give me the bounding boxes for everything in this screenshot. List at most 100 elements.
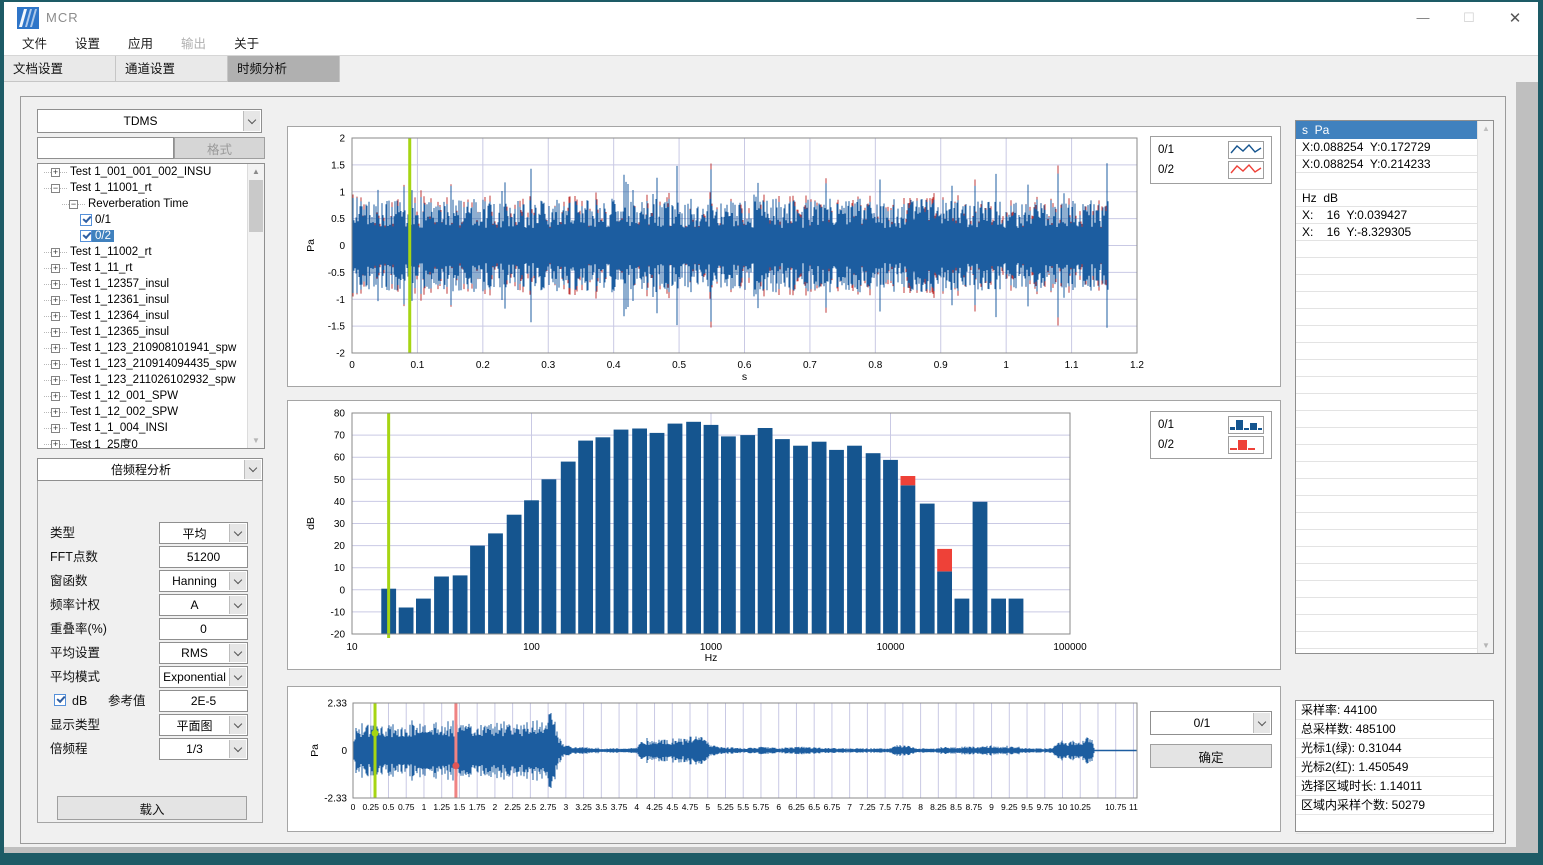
expand-icon[interactable]: + — [51, 296, 60, 305]
tree-item[interactable]: −Test 1_11001_rt — [38, 180, 264, 196]
expand-icon[interactable]: + — [51, 360, 60, 369]
expand-icon[interactable]: + — [51, 344, 60, 353]
tree-item[interactable]: +Test 1_123_210914094435_spw — [38, 356, 264, 372]
tree-item[interactable]: 0/1 — [38, 212, 264, 228]
analysis-params-box: 类型平均FFT点数窗函数Hanning频率计权A重叠率(%)平均设置RMS平均模… — [37, 469, 263, 823]
chevron-down-icon[interactable] — [243, 111, 260, 131]
expand-icon[interactable]: + — [51, 248, 60, 257]
file-format-select[interactable]: TDMS — [37, 109, 262, 133]
overview-waveform-chart[interactable]: 00.250.50.7511.251.51.7522.252.52.7533.2… — [288, 687, 1282, 833]
param-select[interactable]: RMS — [159, 642, 248, 664]
param-select[interactable]: A — [159, 594, 248, 616]
expand-icon[interactable]: + — [51, 376, 60, 385]
tab-channel-settings[interactable]: 通道设置 — [116, 56, 228, 82]
chevron-down-icon[interactable] — [229, 524, 246, 542]
scroll-up-icon[interactable]: ▲ — [1478, 121, 1494, 136]
chevron-down-icon[interactable] — [229, 572, 246, 590]
tree-item[interactable]: −Reverberation Time — [38, 196, 264, 212]
overview-channel-select[interactable]: 0/1 — [1150, 711, 1272, 735]
menu-item-settings[interactable]: 设置 — [61, 33, 114, 55]
svg-text:10: 10 — [334, 563, 346, 574]
tree-item[interactable]: +Test 1_001_001_002_INSU — [38, 164, 264, 180]
svg-text:Pa: Pa — [309, 744, 321, 757]
param-select[interactable]: 1/3 — [159, 738, 248, 760]
collapse-icon[interactable]: − — [69, 200, 78, 209]
param-row: 显示类型平面图 — [38, 714, 262, 736]
param-select[interactable]: Exponential — [159, 666, 248, 688]
info-value: 485100 — [1356, 722, 1396, 736]
maximize-button[interactable]: ☐ — [1446, 2, 1492, 33]
tree-item[interactable]: +Test 1_11_rt — [38, 260, 264, 276]
tree-item[interactable]: +Test 1_1_004_INSI — [38, 420, 264, 436]
tree-item[interactable]: +Test 1_12_002_SPW — [38, 404, 264, 420]
expand-icon[interactable]: + — [51, 168, 60, 177]
param-input[interactable] — [159, 546, 248, 568]
expand-icon[interactable]: + — [51, 328, 60, 337]
tree-item-label: Test 1_12_001_SPW — [67, 390, 181, 402]
app-logo-icon — [17, 7, 39, 29]
expand-icon[interactable]: + — [51, 312, 60, 321]
chevron-down-icon[interactable] — [229, 644, 246, 662]
expand-icon[interactable]: + — [51, 424, 60, 433]
chevron-down-icon[interactable] — [229, 596, 246, 614]
scroll-up-icon[interactable]: ▲ — [248, 164, 264, 179]
filter-input[interactable] — [37, 137, 174, 159]
readout-row — [1296, 632, 1493, 649]
close-button[interactable]: ✕ — [1492, 2, 1538, 33]
menu-item-file[interactable]: 文件 — [8, 33, 61, 55]
menu-item-output[interactable]: 输出 — [167, 33, 220, 55]
time-waveform-chart[interactable]: -2-1.5-1-0.500.511.5200.10.20.30.40.50.6… — [288, 127, 1282, 388]
tree-connector — [44, 396, 51, 397]
red-cursor-handle[interactable] — [452, 762, 459, 769]
readout-scrollbar[interactable]: ▲▼ — [1477, 121, 1493, 653]
param-input[interactable] — [159, 618, 248, 640]
param-input[interactable] — [159, 690, 248, 712]
minimize-button[interactable]: — — [1400, 2, 1446, 33]
tree-item[interactable]: +Test 1_123_211026102932_spw — [38, 372, 264, 388]
scroll-down-icon[interactable]: ▼ — [1478, 638, 1494, 653]
scroll-thumb[interactable] — [249, 180, 263, 232]
chevron-down-icon[interactable] — [229, 716, 246, 734]
load-button[interactable]: 载入 — [57, 796, 247, 820]
readout-row — [1296, 173, 1493, 190]
readout-row: X: 16 Y:0.039427 — [1296, 207, 1493, 224]
chevron-down-icon[interactable] — [229, 668, 246, 686]
tree-item[interactable]: +Test 1_11002_rt — [38, 244, 264, 260]
tree-item[interactable]: +Test 1_12364_insul — [38, 308, 264, 324]
expand-icon[interactable]: + — [51, 392, 60, 401]
svg-text:8.25: 8.25 — [930, 802, 947, 812]
menu-item-apply[interactable]: 应用 — [114, 33, 167, 55]
expand-icon[interactable]: + — [51, 264, 60, 273]
tree-item[interactable]: +Test 1_12365_insul — [38, 324, 264, 340]
scroll-down-icon[interactable]: ▼ — [248, 433, 264, 448]
tab-document-settings[interactable]: 文档设置 — [4, 56, 116, 82]
confirm-button[interactable]: 确定 — [1150, 744, 1272, 768]
third-octave-spectrum-chart[interactable]: -20-100102030405060708010100100010000100… — [288, 401, 1282, 671]
channel-checkbox[interactable] — [80, 214, 92, 226]
chevron-down-icon[interactable] — [1253, 713, 1270, 733]
channel-checkbox[interactable] — [80, 230, 92, 242]
tree-item[interactable]: 0/2 — [38, 228, 264, 244]
green-cursor-handle[interactable] — [372, 730, 379, 737]
tree-item[interactable]: +Test 1_25度0 — [38, 436, 264, 449]
tree-item[interactable]: + Test 1_12_001_SPW — [38, 388, 264, 404]
tree-item[interactable]: +Test 1_12361_insul — [38, 292, 264, 308]
chevron-down-icon[interactable] — [229, 740, 246, 758]
tree-item[interactable]: +Test 1_123_210908101941_spw — [38, 340, 264, 356]
readout-row: X:0.088254 Y:0.172729 — [1296, 139, 1493, 156]
collapse-icon[interactable]: − — [51, 184, 60, 193]
param-select[interactable]: Hanning — [159, 570, 248, 592]
expand-icon[interactable]: + — [51, 280, 60, 289]
tree-item[interactable]: +Test 1_12357_insul — [38, 276, 264, 292]
chevron-down-icon[interactable] — [244, 460, 261, 479]
analysis-type-select[interactable]: 倍频程分析 — [37, 458, 263, 481]
expand-icon[interactable]: + — [51, 440, 60, 449]
param-select[interactable]: 平面图 — [159, 714, 248, 736]
tree-scrollbar[interactable]: ▲▼ — [247, 164, 264, 448]
tab-time-frequency-analysis[interactable]: 时频分析 — [228, 56, 340, 82]
db-checkbox[interactable] — [54, 694, 66, 706]
menu-item-about[interactable]: 关于 — [220, 33, 273, 55]
format-button[interactable]: 格式 — [174, 137, 265, 159]
expand-icon[interactable]: + — [51, 408, 60, 417]
param-select[interactable]: 平均 — [159, 522, 248, 544]
